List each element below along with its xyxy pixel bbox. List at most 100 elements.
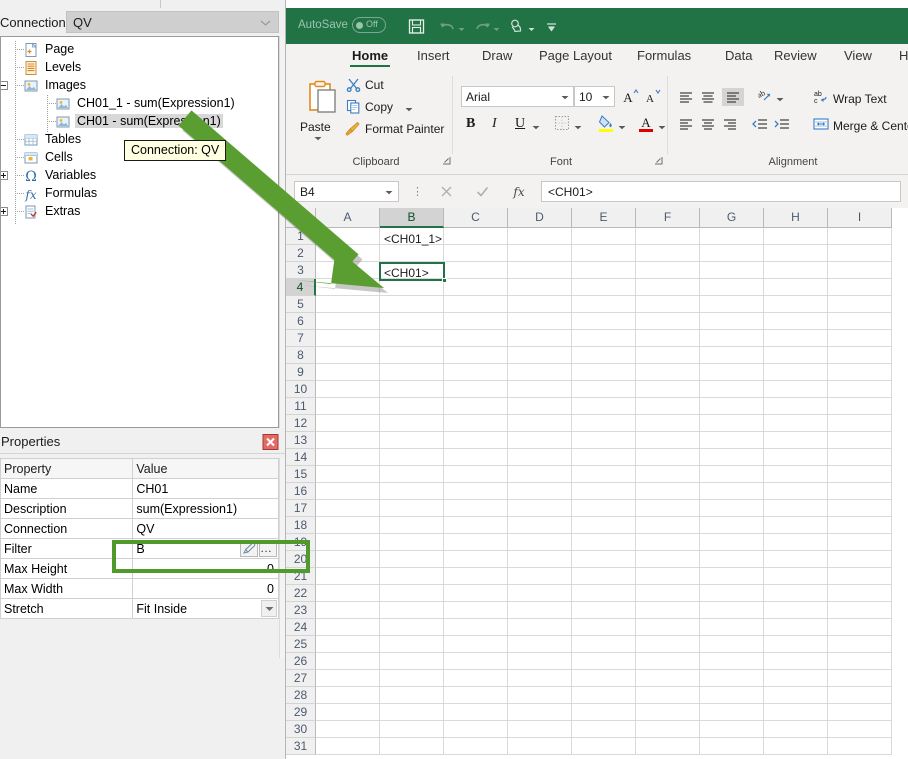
grid-cell[interactable]	[572, 636, 636, 653]
grid-cell[interactable]	[636, 432, 700, 449]
chevron-down-icon[interactable]	[658, 125, 666, 130]
grid-cell[interactable]	[636, 398, 700, 415]
column-header-d[interactable]: D	[508, 208, 572, 228]
grid-cell[interactable]	[444, 619, 508, 636]
grid-cell[interactable]	[700, 483, 764, 500]
grid-cell[interactable]	[764, 483, 828, 500]
grid-cell[interactable]	[444, 313, 508, 330]
align-top-icon[interactable]	[678, 90, 694, 104]
grid-cell[interactable]	[508, 636, 572, 653]
row-header[interactable]: 3	[286, 262, 316, 279]
grid-cell[interactable]	[444, 687, 508, 704]
grid-cell[interactable]	[828, 262, 892, 279]
grid-cell[interactable]	[764, 432, 828, 449]
grid-cell[interactable]	[444, 653, 508, 670]
grid-cell[interactable]	[828, 636, 892, 653]
grid-cell[interactable]	[380, 432, 444, 449]
grid-cell[interactable]	[636, 738, 700, 755]
grid-cell[interactable]	[636, 262, 700, 279]
grid-cell[interactable]	[572, 721, 636, 738]
grid-cell[interactable]	[316, 262, 380, 279]
close-icon[interactable]	[262, 434, 279, 450]
grid-cell[interactable]	[508, 279, 572, 296]
grid-cell[interactable]	[380, 585, 444, 602]
grid-cell[interactable]	[316, 279, 380, 296]
table-row[interactable]: Max Width 0	[0, 578, 279, 599]
grid-cell[interactable]	[508, 432, 572, 449]
grid-cell[interactable]	[636, 721, 700, 738]
grid-cell[interactable]	[700, 432, 764, 449]
grid-cell[interactable]	[572, 313, 636, 330]
grid-cell[interactable]	[636, 517, 700, 534]
grid-cell[interactable]	[508, 466, 572, 483]
grid-cell[interactable]	[636, 313, 700, 330]
grid-cell[interactable]	[764, 551, 828, 568]
grid-cell[interactable]	[316, 551, 380, 568]
grid-cell[interactable]	[444, 415, 508, 432]
grid-cell[interactable]	[764, 245, 828, 262]
underline-button[interactable]: U	[515, 116, 525, 132]
decrease-indent-icon[interactable]	[752, 117, 768, 131]
grid-cell[interactable]	[572, 449, 636, 466]
grid-cell[interactable]	[380, 670, 444, 687]
grid-cell[interactable]	[636, 483, 700, 500]
grid-cell[interactable]	[572, 687, 636, 704]
grid-cell[interactable]	[572, 381, 636, 398]
grid-cell[interactable]	[700, 636, 764, 653]
grid-cell[interactable]	[508, 602, 572, 619]
fill-handle[interactable]	[442, 278, 447, 283]
table-row[interactable]: Stretch Fit Inside	[0, 598, 279, 619]
grid-cell[interactable]	[700, 551, 764, 568]
grid-cell[interactable]	[380, 619, 444, 636]
name-box[interactable]: B4	[294, 181, 399, 202]
grid-cell[interactable]	[380, 687, 444, 704]
grid-cell[interactable]	[444, 704, 508, 721]
chevron-down-icon[interactable]	[532, 125, 540, 130]
grid-cell[interactable]	[380, 296, 444, 313]
grid-cell[interactable]	[828, 296, 892, 313]
scissors-icon[interactable]	[346, 77, 361, 92]
grid-cell[interactable]	[444, 245, 508, 262]
grid-cell[interactable]	[508, 364, 572, 381]
grid-cell[interactable]	[572, 262, 636, 279]
undo-icon[interactable]	[439, 18, 456, 35]
grid-cell[interactable]	[828, 466, 892, 483]
grid-cell[interactable]	[572, 619, 636, 636]
grid-cell[interactable]	[316, 296, 380, 313]
property-value[interactable]: 0	[132, 578, 279, 599]
grid-cell[interactable]	[380, 704, 444, 721]
row-header[interactable]: 8	[286, 347, 316, 364]
grid-cell[interactable]	[316, 517, 380, 534]
grid-cell[interactable]	[572, 517, 636, 534]
column-header-i[interactable]: I	[828, 208, 892, 228]
grid-cell[interactable]	[636, 636, 700, 653]
grid-cell[interactable]	[700, 687, 764, 704]
grid-cell[interactable]	[316, 619, 380, 636]
grid-cell[interactable]	[316, 687, 380, 704]
grid-cell[interactable]	[764, 347, 828, 364]
align-left-icon[interactable]	[678, 117, 694, 131]
grid-cell[interactable]	[828, 279, 892, 296]
chevron-down-icon[interactable]	[261, 600, 277, 617]
row-header[interactable]: 23	[286, 602, 316, 619]
grid-cell[interactable]	[828, 687, 892, 704]
grid-cell[interactable]	[444, 602, 508, 619]
row-header[interactable]: 6	[286, 313, 316, 330]
grid-cell[interactable]	[572, 330, 636, 347]
grid-cell[interactable]	[316, 347, 380, 364]
grid-cell[interactable]	[636, 602, 700, 619]
grid-cell[interactable]	[764, 466, 828, 483]
grid-cell[interactable]	[828, 432, 892, 449]
grid-cell[interactable]	[700, 619, 764, 636]
grid-cell[interactable]	[572, 585, 636, 602]
grid-cell[interactable]	[508, 296, 572, 313]
grid-cell[interactable]	[764, 619, 828, 636]
expand-expander-icon[interactable]	[1, 171, 8, 180]
grid-cell[interactable]	[764, 517, 828, 534]
grid-cell[interactable]	[444, 466, 508, 483]
grid-cell[interactable]	[700, 534, 764, 551]
grid-cell[interactable]	[380, 500, 444, 517]
increase-indent-icon[interactable]	[774, 117, 790, 131]
wrap-text-label[interactable]: Wrap Text	[833, 92, 887, 106]
grid-cell[interactable]	[316, 721, 380, 738]
